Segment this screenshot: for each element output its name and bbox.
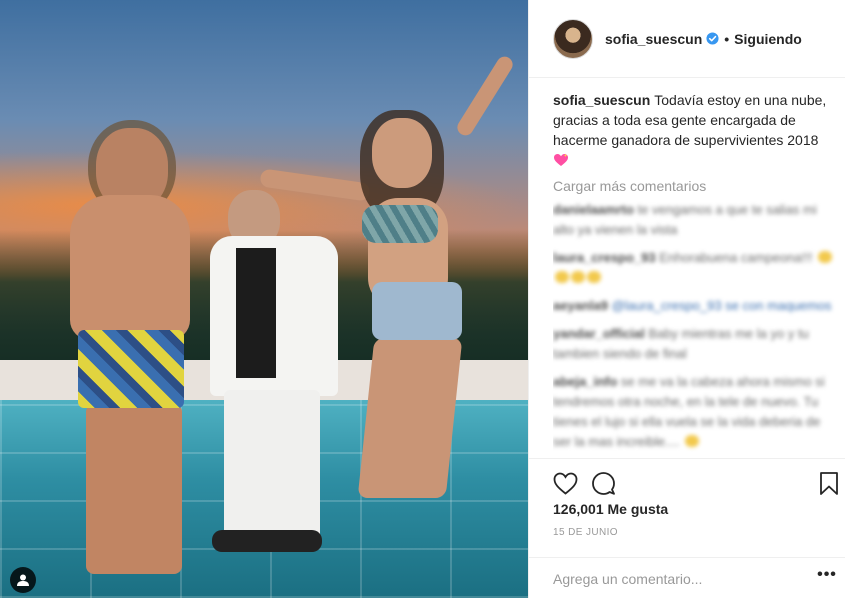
heart-icon [553, 472, 577, 495]
presenter-white-pants [224, 390, 320, 545]
comment-username[interactable]: aeyanla9 [553, 298, 608, 313]
woman-bikini-top [362, 205, 438, 243]
man-left-torso [70, 195, 190, 340]
more-options-button[interactable]: ••• [816, 567, 838, 588]
like-button[interactable] [551, 469, 579, 497]
emoji-icon [587, 271, 601, 283]
bookmark-icon [820, 471, 838, 495]
woman-head [372, 118, 432, 188]
comment-text: Enhorabuena campeona!!! [659, 250, 813, 265]
user-icon [17, 574, 29, 586]
add-comment-input[interactable] [553, 568, 793, 590]
man-left-legs [86, 404, 182, 574]
list-item: danielaamrto te vengamos a que te salias… [553, 200, 837, 240]
emoji-icon [818, 251, 833, 263]
tagged-users-button[interactable] [10, 567, 36, 593]
emoji-icon [685, 435, 700, 447]
like-count[interactable]: 126,001 Me gusta [553, 501, 668, 517]
load-more-comments-link[interactable]: Cargar más comentarios [553, 178, 837, 194]
comments-section: sofia_suescun Todavía estoy en una nube, … [553, 90, 837, 458]
comment-text: @laura_crespo_93 se con maquemos [611, 298, 832, 313]
save-button[interactable] [815, 469, 843, 497]
comment-username[interactable]: danielaamrto [553, 202, 634, 217]
post-sidebar: sofia_suescun • Siguiendo sofia_suescun T… [528, 0, 845, 598]
sparkling-heart-icon [554, 153, 568, 166]
emoji-icon [555, 271, 569, 283]
comment-username[interactable]: abeja_info [553, 374, 617, 389]
post-photo[interactable] [0, 0, 528, 598]
post-caption: sofia_suescun Todavía estoy en una nube, … [553, 90, 837, 170]
action-icons [551, 469, 841, 497]
woman-denim-shorts [372, 282, 462, 340]
blurred-comments: danielaamrto te vengamos a que te salias… [553, 200, 837, 452]
post-date[interactable]: 15 DE JUNIO [553, 527, 618, 538]
presenter-black-shirt [236, 248, 276, 378]
following-button[interactable]: Siguiendo [734, 31, 802, 47]
presenter-shoes [212, 530, 322, 552]
list-item: aeyanla9 @laura_crespo_93 se con maquemo… [553, 296, 837, 316]
comment-button[interactable] [589, 469, 617, 497]
comment-username[interactable]: laura_crespo_93 [553, 250, 656, 265]
avatar[interactable] [553, 18, 593, 59]
list-item: yandar_official Baby mientras me la yo y… [553, 324, 837, 364]
woman-legs [357, 338, 463, 498]
caption-username[interactable]: sofia_suescun [553, 92, 650, 108]
emoji-icon [571, 271, 585, 283]
post-header: sofia_suescun • Siguiendo [529, 0, 845, 78]
post-actions: 126,001 Me gusta 15 DE JUNIO ••• [529, 458, 845, 598]
woman-right-arm [454, 53, 516, 139]
comment-username[interactable]: yandar_official [553, 326, 645, 341]
list-item: laura_crespo_93 Enhorabuena campeona!!! [553, 248, 837, 288]
header-separator: • [724, 30, 730, 47]
list-item: abeja_info se me va la cabeza ahora mism… [553, 372, 837, 452]
author-username[interactable]: sofia_suescun [605, 31, 702, 47]
comment-composer: ••• [529, 557, 845, 598]
comment-icon [591, 471, 615, 495]
verified-badge-icon [706, 32, 719, 45]
man-left-shorts [78, 330, 184, 408]
